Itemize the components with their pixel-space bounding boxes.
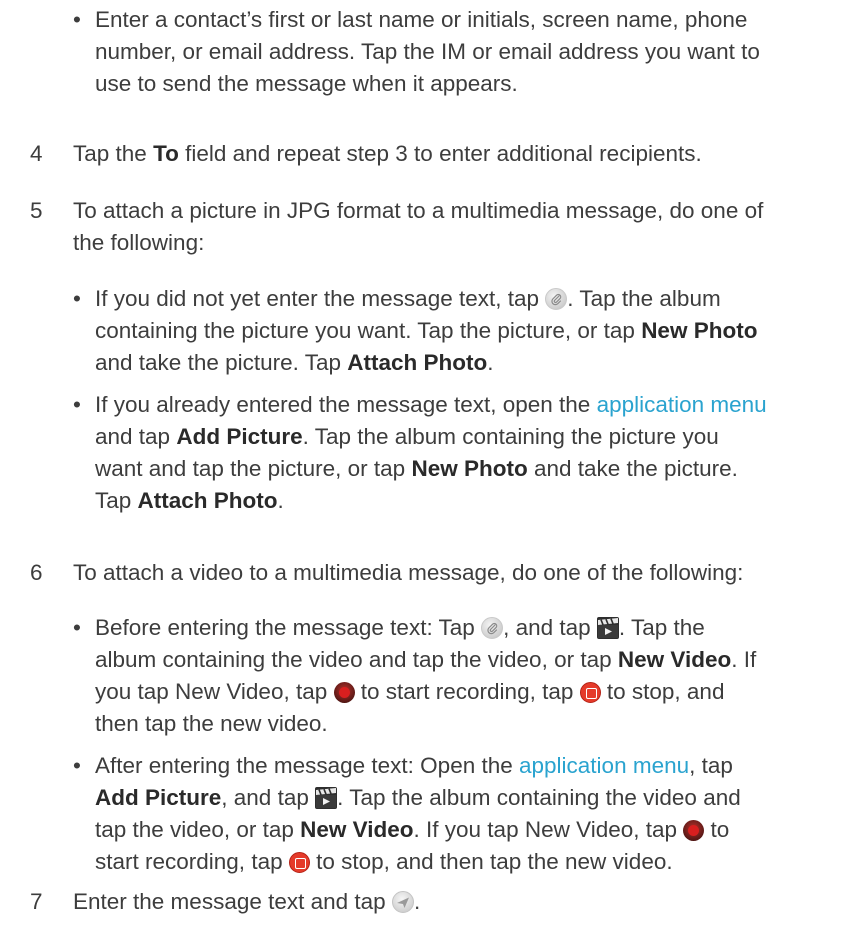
- send-icon: [391, 891, 414, 913]
- video-icon: [315, 787, 338, 809]
- step-4-text: Tap the To field and repeat step 3 to en…: [73, 141, 702, 166]
- step-5-bullet-2: • If you already entered the message tex…: [73, 389, 833, 517]
- video-icon: [596, 617, 619, 639]
- attach-icon: [545, 288, 568, 310]
- bullet-dot: •: [73, 7, 81, 32]
- record-icon: [683, 820, 705, 841]
- bullet-line: use to send the message when it appears.: [95, 71, 518, 96]
- bullet-dot: •: [73, 753, 81, 778]
- record-icon: [333, 682, 355, 703]
- stop-icon: [288, 852, 310, 873]
- step-number: 6: [30, 560, 43, 585]
- bullet-dot: •: [73, 286, 81, 311]
- to-field-label: To: [153, 141, 179, 166]
- add-picture-label: Add Picture: [95, 785, 222, 810]
- step-number: 4: [30, 141, 43, 166]
- attach-photo-label: Attach Photo: [137, 488, 278, 513]
- step-5-text: To attach a picture in JPG format to a m…: [73, 198, 764, 255]
- bullet-dot: •: [73, 615, 81, 640]
- application-menu-link[interactable]: application menu: [597, 392, 767, 417]
- step-6-text: To attach a video to a multimedia messag…: [73, 560, 744, 585]
- step-6-bullet-2: • After entering the message text: Open …: [73, 750, 833, 878]
- step-5-bullet-1: • If you did not yet enter the message t…: [73, 283, 833, 379]
- new-video-label: New Video: [300, 817, 414, 842]
- step-6-bullet-1: • Before entering the message text: Tap …: [73, 612, 833, 740]
- stop-icon: [579, 682, 601, 703]
- attach-photo-label: Attach Photo: [347, 350, 488, 375]
- new-photo-label: New Photo: [641, 318, 758, 343]
- contact-entry-bullet: • Enter a contact’s first or last name o…: [73, 4, 833, 100]
- add-picture-label: Add Picture: [176, 424, 303, 449]
- bullet-line: Enter a contact’s first or last name or …: [95, 7, 748, 32]
- step-7-text: Enter the message text and tap .: [73, 889, 421, 914]
- bullet-line: number, or email address. Tap the IM or …: [95, 39, 760, 64]
- new-photo-label: New Photo: [411, 456, 528, 481]
- new-video-label: New Video: [617, 647, 732, 672]
- step-number: 7: [30, 889, 43, 914]
- attach-icon: [481, 617, 504, 639]
- step-number: 5: [30, 198, 43, 223]
- bullet-dot: •: [73, 392, 81, 417]
- application-menu-link[interactable]: application menu: [519, 753, 689, 778]
